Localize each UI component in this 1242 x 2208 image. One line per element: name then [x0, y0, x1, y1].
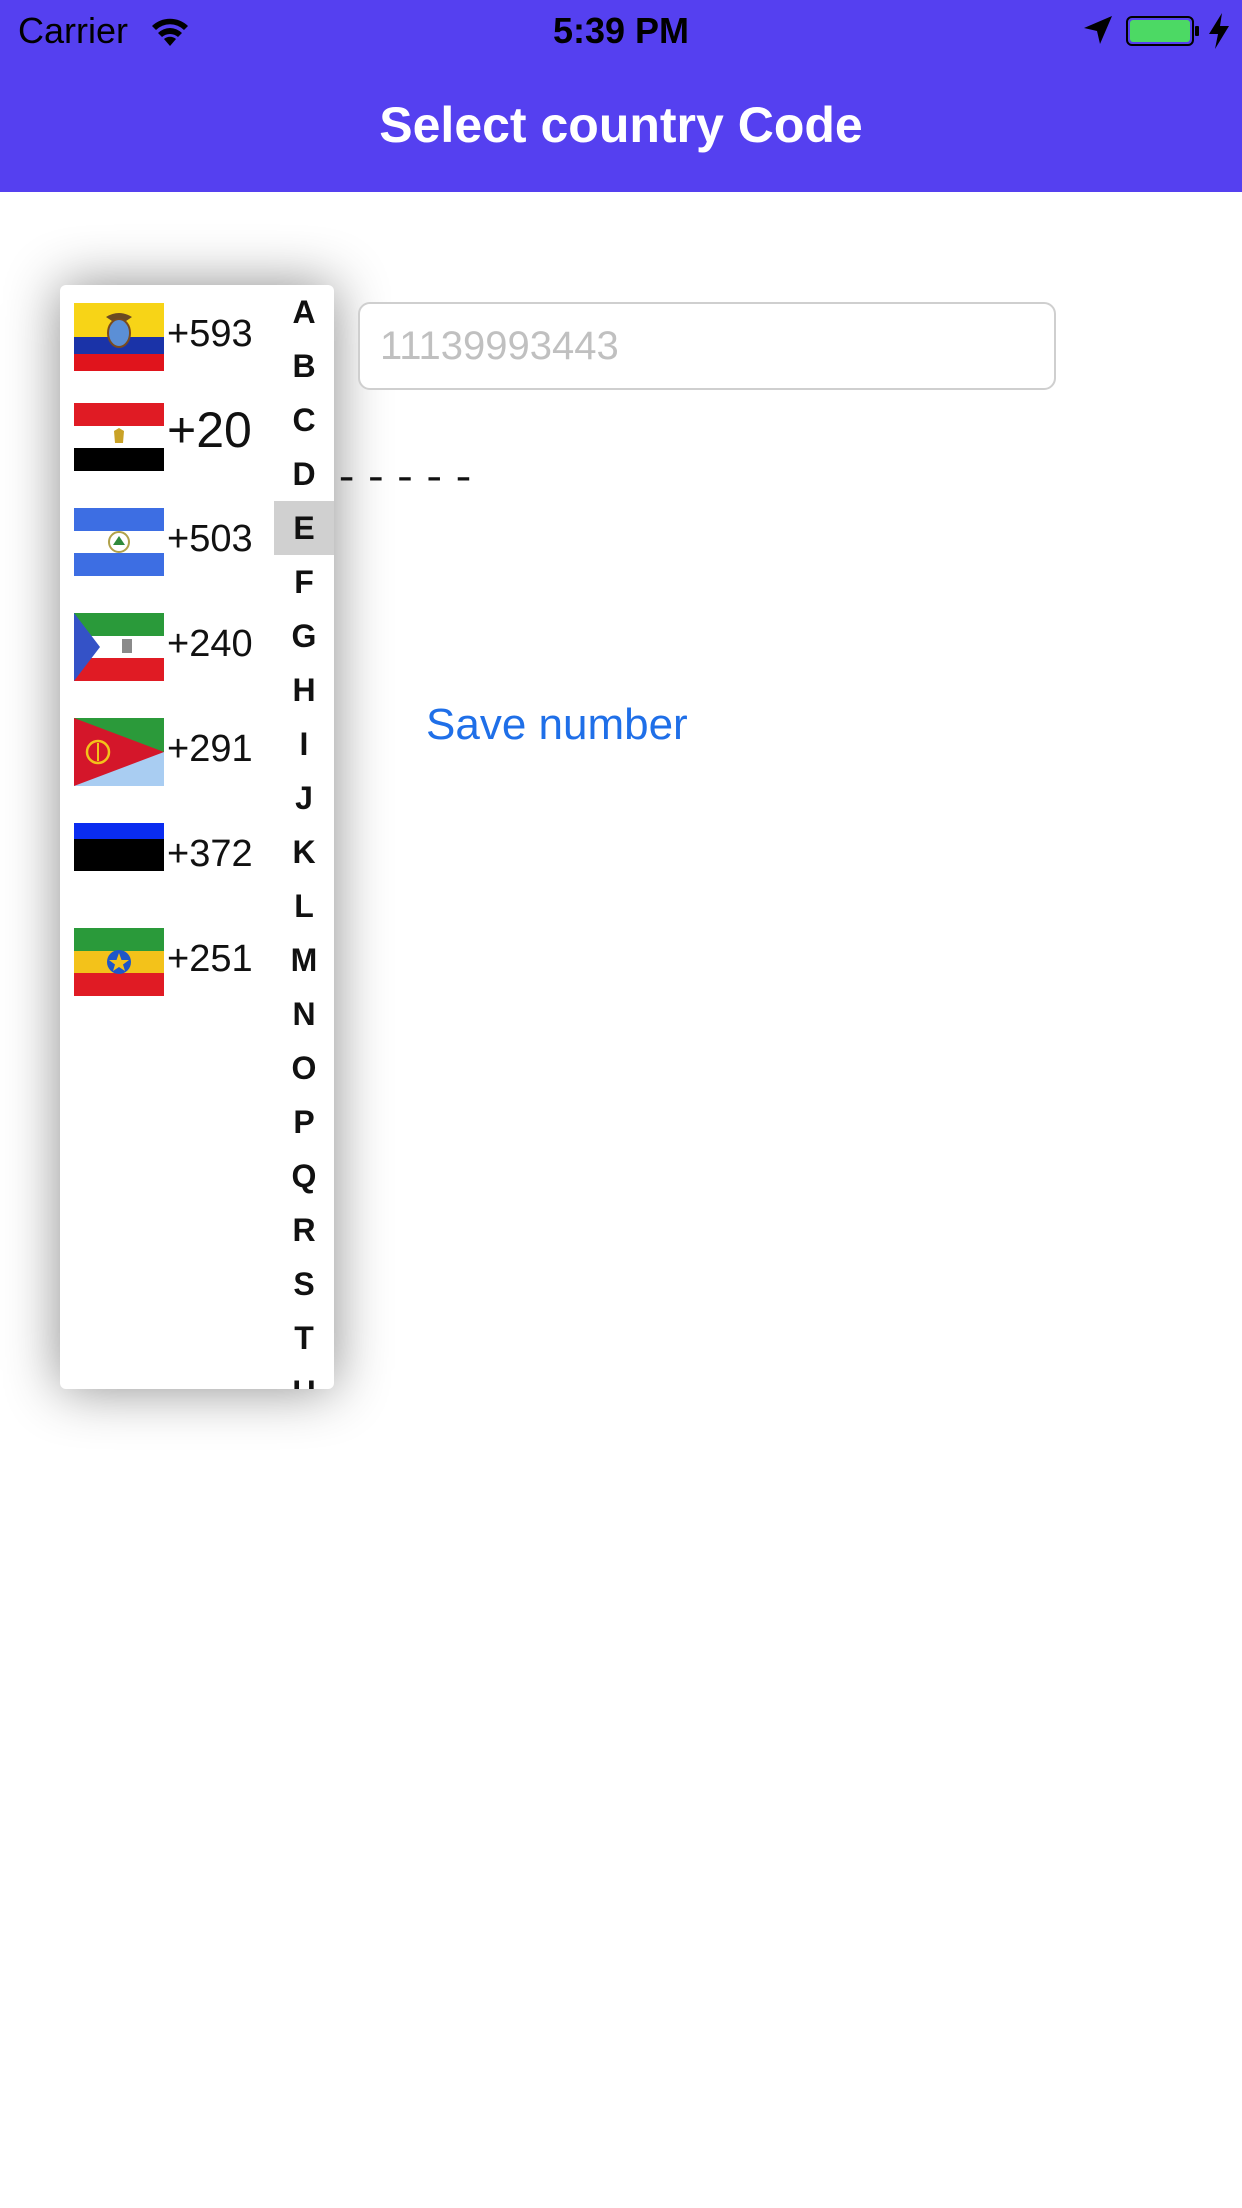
- country-code: +20: [167, 402, 252, 458]
- country-code: +593: [167, 313, 253, 355]
- country-row-el-salvador[interactable]: +503: [60, 490, 272, 590]
- index-letter-t[interactable]: T: [274, 1311, 334, 1365]
- charging-bolt-icon: [1209, 13, 1229, 49]
- page-title: Select country Code: [379, 97, 863, 153]
- location-arrow-icon: [1084, 16, 1112, 44]
- country-row-eritrea[interactable]: +291: [60, 700, 272, 800]
- index-letter-a[interactable]: A: [274, 285, 334, 339]
- ethiopia-flag-icon: [74, 928, 164, 996]
- index-letter-u[interactable]: U: [274, 1365, 334, 1389]
- country-code: +240: [167, 623, 253, 665]
- index-letter-b[interactable]: B: [274, 339, 334, 393]
- country-row-equatorial-guinea[interactable]: +240: [60, 595, 272, 695]
- navigation-header: Carrier 5:39 PM Select country Code: [0, 0, 1242, 192]
- index-letter-r[interactable]: R: [274, 1203, 334, 1257]
- selected-code-display: -----: [334, 455, 481, 503]
- index-letter-g[interactable]: G: [274, 609, 334, 663]
- index-letter-o[interactable]: O: [274, 1041, 334, 1095]
- index-letter-m[interactable]: M: [274, 933, 334, 987]
- estonia-flag-icon: [74, 823, 164, 891]
- country-code: +251: [167, 938, 253, 980]
- country-row-estonia[interactable]: +372: [60, 805, 272, 905]
- index-letter-k[interactable]: K: [274, 825, 334, 879]
- status-bar: Carrier 5:39 PM: [0, 0, 1242, 62]
- country-row-ecuador[interactable]: +593: [60, 285, 272, 385]
- country-code-picker[interactable]: +593 +20 +503 +240 +291 +372 +251 A B C …: [60, 285, 334, 1389]
- country-code: +372: [167, 833, 253, 875]
- el-salvador-flag-icon: [74, 508, 164, 576]
- index-letter-d[interactable]: D: [274, 447, 334, 501]
- egypt-flag-icon: [74, 403, 164, 471]
- alphabet-index-bar[interactable]: A B C D E F G H I J K L M N O P Q R S T …: [274, 285, 334, 1389]
- index-letter-e[interactable]: E: [274, 501, 334, 555]
- index-letter-q[interactable]: Q: [274, 1149, 334, 1203]
- eritrea-flag-icon: [74, 718, 164, 786]
- index-letter-j[interactable]: J: [274, 771, 334, 825]
- index-letter-c[interactable]: C: [274, 393, 334, 447]
- equatorial-guinea-flag-icon: [74, 613, 164, 681]
- ecuador-flag-icon: [74, 303, 164, 371]
- index-letter-h[interactable]: H: [274, 663, 334, 717]
- country-row-ethiopia[interactable]: +251: [60, 910, 272, 1010]
- index-letter-s[interactable]: S: [274, 1257, 334, 1311]
- index-letter-i[interactable]: I: [274, 717, 334, 771]
- country-row-egypt[interactable]: +20: [60, 385, 272, 485]
- save-number-button[interactable]: Save number: [426, 700, 688, 750]
- country-list[interactable]: +593 +20 +503 +240 +291 +372 +251: [60, 285, 272, 1389]
- status-time: 5:39 PM: [552, 10, 690, 51]
- index-letter-f[interactable]: F: [274, 555, 334, 609]
- country-code: +291: [167, 728, 253, 770]
- index-letter-l[interactable]: L: [274, 879, 334, 933]
- battery-icon: [1126, 16, 1199, 46]
- country-code: +503: [167, 518, 253, 560]
- phone-number-input[interactable]: [358, 302, 1056, 390]
- index-letter-n[interactable]: N: [274, 987, 334, 1041]
- index-letter-p[interactable]: P: [274, 1095, 334, 1149]
